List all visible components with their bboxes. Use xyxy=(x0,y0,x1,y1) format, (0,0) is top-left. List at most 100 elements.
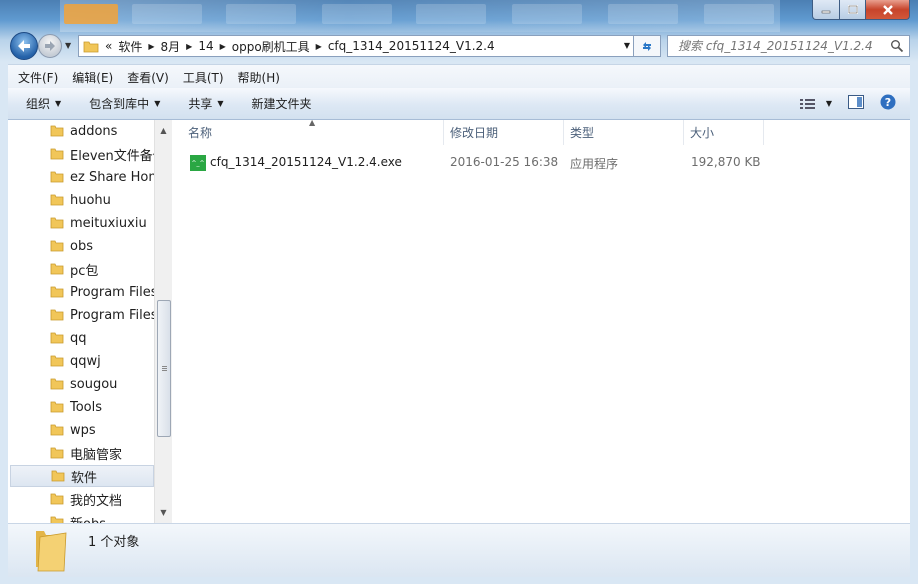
tree-item-label: qqwj xyxy=(70,353,101,369)
tree-item[interactable]: obs xyxy=(10,235,154,257)
breadcrumb-separator[interactable]: ▶ xyxy=(148,42,154,51)
folder-icon xyxy=(50,424,64,436)
scroll-down-button[interactable]: ▼ xyxy=(155,504,172,521)
tree-item-label: 我的文档 xyxy=(70,493,123,509)
search-box[interactable] xyxy=(667,35,910,57)
navigation-tree: addons Eleven文件备份 ez Share Home huohu meitux… xyxy=(8,120,154,523)
folder-icon xyxy=(83,41,99,53)
organize-button[interactable]: 组织 ▼ xyxy=(26,95,61,112)
tree-item[interactable]: sougou xyxy=(10,373,154,395)
tree-item-label: addons xyxy=(70,123,118,139)
background-taskbar-strip xyxy=(60,0,780,32)
search-icon[interactable] xyxy=(890,39,904,53)
new-folder-label: 新建文件夹 xyxy=(251,97,312,111)
tree-item[interactable]: addons xyxy=(10,120,154,142)
breadcrumb-separator[interactable]: ▶ xyxy=(220,42,226,51)
file-row[interactable]: ^_^ cfq_1314_20151124_V1.2.4.exe 2016-01… xyxy=(172,152,910,174)
tree-item[interactable]: Eleven文件备份 xyxy=(10,143,154,165)
breadcrumb-separator[interactable]: ▶ xyxy=(316,42,322,51)
forward-arrow-icon xyxy=(45,41,55,51)
organize-label: 组织 xyxy=(26,97,51,111)
folder-icon xyxy=(50,493,64,505)
tree-item[interactable]: 软件 xyxy=(10,465,154,487)
tree-item[interactable]: qqwj xyxy=(10,350,154,372)
chevron-down-icon: ▼ xyxy=(217,99,224,108)
tree-item[interactable]: Program Files xyxy=(10,304,154,326)
folder-icon xyxy=(51,470,65,482)
share-button[interactable]: 共享 ▼ xyxy=(188,95,223,112)
scroll-thumb[interactable] xyxy=(157,300,171,437)
breadcrumb-item-2[interactable]: 14 xyxy=(198,39,213,53)
menu-tools[interactable]: 工具(T) xyxy=(183,69,224,86)
tree-item[interactable]: huohu xyxy=(10,189,154,211)
back-arrow-icon xyxy=(18,40,30,52)
breadcrumb-item-3[interactable]: oppo刷机工具 xyxy=(232,38,310,55)
breadcrumb-item-root[interactable]: 软件 xyxy=(118,38,142,55)
tree-item-label: Eleven文件备份 xyxy=(70,148,154,164)
column-header-name[interactable]: 名称 ▲ xyxy=(172,118,444,145)
address-bar[interactable]: « 软件 ▶ 8月 ▶ 14 ▶ oppo刷机工具 ▶ cfq_1314_201… xyxy=(78,35,634,57)
maximize-icon xyxy=(847,4,858,14)
tree-item-label: huohu xyxy=(70,192,111,208)
back-button[interactable] xyxy=(10,32,38,60)
tree-item[interactable]: 电脑管家 xyxy=(10,442,154,464)
breadcrumb-separator[interactable]: ▶ xyxy=(186,42,192,51)
breadcrumb-item-1[interactable]: 8月 xyxy=(161,38,181,55)
help-button[interactable]: ? xyxy=(880,94,896,113)
help-icon: ? xyxy=(880,94,896,110)
tree-item-label: 新obs xyxy=(70,513,106,524)
include-library-label: 包含到库中 xyxy=(89,97,150,111)
tree-item[interactable]: pc包 xyxy=(10,258,154,280)
change-view-button[interactable]: ▼ xyxy=(799,98,832,110)
tree-item[interactable]: qq xyxy=(10,327,154,349)
tree-item[interactable]: ez Share Home xyxy=(10,166,154,188)
search-input[interactable] xyxy=(676,38,890,54)
file-modified: 2016-01-25 16:38 xyxy=(450,155,559,169)
close-icon xyxy=(882,4,893,15)
tree-item-label: 软件 xyxy=(71,470,98,486)
breadcrumb-item-4[interactable]: cfq_1314_20151124_V1.2.4 xyxy=(328,39,495,53)
column-header-size[interactable]: 大小 xyxy=(684,120,764,145)
tree-item-label: Tools xyxy=(70,399,103,415)
folder-icon xyxy=(36,531,67,572)
tree-scrollbar[interactable]: ▲ ▼ xyxy=(154,120,172,523)
tree-item[interactable]: wps xyxy=(10,419,154,441)
tree-item-label: Program Files xyxy=(70,284,154,300)
include-in-library-button[interactable]: 包含到库中 ▼ xyxy=(89,95,160,112)
tree-item[interactable]: 我的文档 xyxy=(10,488,154,510)
breadcrumb: 软件 ▶ 8月 ▶ 14 ▶ oppo刷机工具 ▶ cfq_1314_20151… xyxy=(118,38,494,55)
menu-bar: 文件(F) 编辑(E) 查看(V) 工具(T) 帮助(H) xyxy=(8,64,910,89)
folder-icon xyxy=(50,447,64,459)
folder-icon xyxy=(50,148,64,160)
chevron-down-icon: ▼ xyxy=(825,99,832,108)
folder-icon xyxy=(50,332,64,344)
details-view-icon xyxy=(799,98,815,109)
column-header-modified[interactable]: 修改日期 xyxy=(444,120,564,145)
refresh-button[interactable] xyxy=(634,35,661,57)
folder-icon xyxy=(50,240,64,252)
preview-pane-button[interactable] xyxy=(848,95,864,112)
forward-button[interactable] xyxy=(38,34,62,58)
scroll-up-button[interactable]: ▲ xyxy=(155,122,172,139)
maximize-button[interactable] xyxy=(840,0,866,20)
breadcrumb-overflow[interactable]: « xyxy=(105,39,112,53)
tree-item[interactable]: 新obs xyxy=(10,511,154,523)
menu-edit[interactable]: 编辑(E) xyxy=(72,69,113,86)
new-folder-button[interactable]: 新建文件夹 xyxy=(252,95,312,112)
tree-item[interactable]: meituxiuxiu xyxy=(10,212,154,234)
address-dropdown[interactable]: ▼ xyxy=(624,41,630,50)
menu-view[interactable]: 查看(V) xyxy=(127,69,169,86)
menu-help[interactable]: 帮助(H) xyxy=(238,69,280,86)
column-header-type[interactable]: 类型 xyxy=(564,120,684,145)
tree-item-label: obs xyxy=(70,238,93,254)
file-list: 名称 ▲ 修改日期 类型 大小 ^_^ cfq_1314_20151124_V1… xyxy=(172,118,910,523)
menu-file[interactable]: 文件(F) xyxy=(18,69,58,86)
column-name-label: 名称 xyxy=(188,126,213,140)
tree-item-label: meituxiuxiu xyxy=(70,215,147,231)
details-pane: 1 个对象 xyxy=(8,523,910,577)
tree-item[interactable]: Tools xyxy=(10,396,154,418)
recent-pages-dropdown[interactable]: ▼ xyxy=(65,41,71,50)
minimize-button[interactable] xyxy=(812,0,840,20)
tree-item[interactable]: Program Files xyxy=(10,281,154,303)
close-button[interactable] xyxy=(866,0,910,20)
